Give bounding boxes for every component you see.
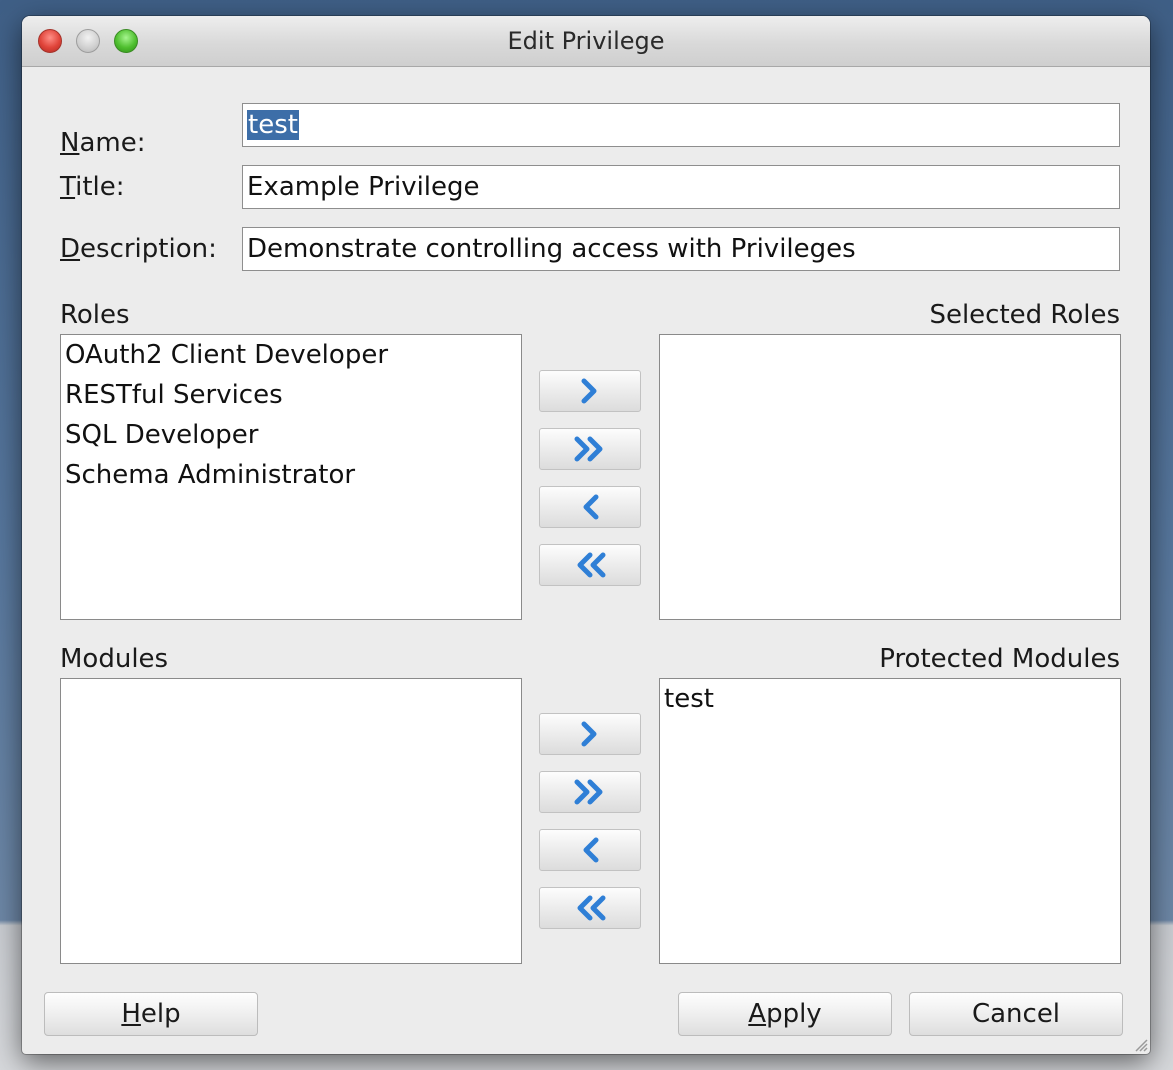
remove-module-button[interactable] (539, 829, 641, 871)
name-value: test (247, 110, 299, 140)
chevron-left-icon (583, 494, 599, 520)
edit-privilege-dialog: Edit Privilege Name: test Title: Example… (22, 16, 1150, 1054)
protected-modules-label: Protected Modules (879, 644, 1120, 674)
add-module-button[interactable] (539, 713, 641, 755)
cancel-button[interactable]: Cancel (909, 992, 1123, 1036)
modules-list[interactable] (60, 678, 522, 964)
list-item[interactable]: OAuth2 Client Developer (61, 335, 521, 375)
title-bar[interactable]: Edit Privilege (22, 16, 1150, 67)
name-field[interactable]: test (242, 103, 1120, 147)
double-chevron-left-icon (577, 895, 606, 921)
list-item[interactable]: SQL Developer (61, 415, 521, 455)
description-field[interactable]: Demonstrate controlling access with Priv… (242, 227, 1120, 271)
chevron-right-icon (581, 721, 597, 747)
list-item[interactable]: RESTful Services (61, 375, 521, 415)
resize-grip-icon[interactable] (1132, 1036, 1148, 1052)
double-chevron-left-icon (577, 552, 606, 578)
selected-roles-label: Selected Roles (929, 300, 1120, 330)
chevron-right-icon (581, 378, 597, 404)
add-all-modules-button[interactable] (539, 771, 641, 813)
double-chevron-right-icon (574, 779, 603, 805)
chevron-left-icon (583, 837, 599, 863)
title-label: Title: (60, 172, 125, 202)
window-title: Edit Privilege (507, 27, 665, 55)
add-all-roles-button[interactable] (539, 428, 641, 470)
roles-list[interactable]: OAuth2 Client Developer RESTful Services… (60, 334, 522, 620)
apply-button[interactable]: Apply (678, 992, 892, 1036)
roles-label: Roles (60, 300, 130, 330)
double-chevron-right-icon (574, 436, 603, 462)
title-field[interactable]: Example Privilege (242, 165, 1120, 209)
name-label: Name: (60, 128, 146, 158)
remove-role-button[interactable] (539, 486, 641, 528)
help-button[interactable]: Help (44, 992, 258, 1036)
selected-roles-list[interactable] (659, 334, 1121, 620)
protected-modules-list[interactable]: test (659, 678, 1121, 964)
list-item[interactable]: Schema Administrator (61, 455, 521, 495)
description-label: Description: (60, 234, 217, 264)
add-role-button[interactable] (539, 370, 641, 412)
remove-all-roles-button[interactable] (539, 544, 641, 586)
list-item[interactable]: test (660, 679, 1120, 719)
modules-label: Modules (60, 644, 169, 674)
remove-all-modules-button[interactable] (539, 887, 641, 929)
